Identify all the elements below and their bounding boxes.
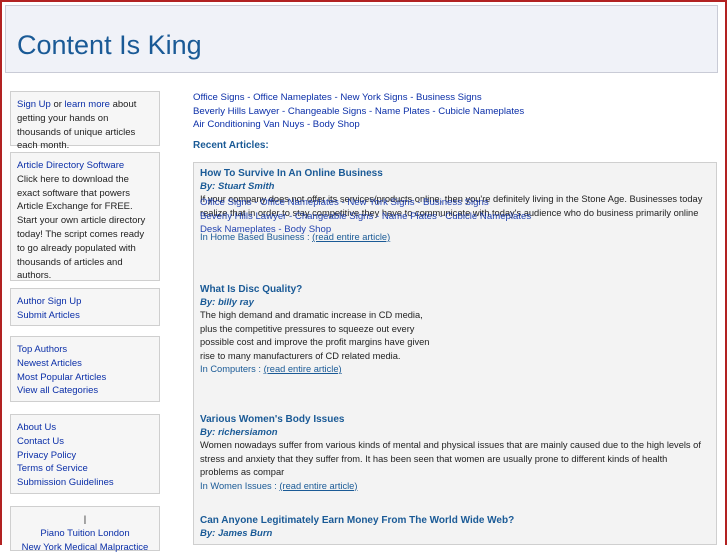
article-author: By: James Burn	[200, 528, 273, 539]
main-content: Office Signs - Office Nameplates - New Y…	[193, 91, 717, 151]
sponsored-links-line1[interactable]: Office Signs - Office Nameplates - New Y…	[193, 91, 717, 105]
learn-more-link[interactable]: learn more	[65, 99, 110, 110]
overlay-links-line2[interactable]: Beverly Hills Lawyer - Changeable Signs …	[200, 210, 531, 224]
piano-tuition-link[interactable]: Piano Tuition London	[17, 527, 153, 541]
article-author: By: richersiamon	[200, 427, 278, 438]
article-title[interactable]: How To Survive In An Online Business	[200, 168, 705, 179]
medical-malpractice-link[interactable]: New York Medical Malpractice	[17, 541, 153, 554]
article-directory-software-link[interactable]: Article Directory Software	[17, 159, 153, 173]
article-item: Various Women's Body Issues By: richersi…	[200, 414, 705, 491]
article-category: In Computers : (read entire article)	[200, 364, 435, 374]
nav-box: Top Authors Newest Articles Most Popular…	[10, 336, 160, 402]
overlay-links-line1[interactable]: Office Signs - Office Nameplates - New Y…	[200, 196, 531, 210]
most-popular-articles-link[interactable]: Most Popular Articles	[17, 371, 153, 385]
read-more-link[interactable]: (read entire article)	[264, 364, 342, 374]
recent-articles-heading: Recent Articles:	[193, 139, 269, 151]
top-authors-link[interactable]: Top Authors	[17, 343, 153, 357]
overlay-links-line3[interactable]: Desk Nameplates - Body Shop	[200, 223, 531, 237]
article-author: By: Stuart Smith	[200, 181, 275, 192]
sponsored-links-line3[interactable]: Air Conditioning Van Nuys - Body Shop	[193, 118, 717, 132]
article-title[interactable]: Various Women's Body Issues	[200, 414, 705, 425]
privacy-policy-link[interactable]: Privacy Policy	[17, 449, 153, 463]
terms-of-service-link[interactable]: Terms of Service	[17, 462, 153, 476]
links-separator: |	[83, 514, 87, 525]
info-box: About Us Contact Us Privacy Policy Terms…	[10, 414, 160, 494]
read-more-link[interactable]: (read entire article)	[279, 481, 357, 491]
article-title[interactable]: What Is Disc Quality?	[200, 284, 435, 295]
sign-up-link[interactable]: Sign Up	[17, 99, 51, 110]
about-us-link[interactable]: About Us	[17, 421, 153, 435]
software-box: Article Directory Software Click here to…	[10, 152, 160, 281]
newest-articles-link[interactable]: Newest Articles	[17, 357, 153, 371]
site-header: Content Is King	[5, 5, 718, 73]
article-category-label: In Women Issues :	[200, 480, 277, 491]
article-item: Can Anyone Legitimately Earn Money From …	[200, 515, 705, 539]
submit-articles-link[interactable]: Submit Articles	[17, 309, 153, 323]
view-all-categories-link[interactable]: View all Categories	[17, 384, 153, 398]
article-item: What Is Disc Quality? By: billy ray The …	[200, 284, 435, 374]
links-box: | Piano Tuition London New York Medical …	[10, 506, 160, 554]
article-summary: Women nowadays suffer from various kinds…	[200, 440, 701, 477]
article-category: In Women Issues : (read entire article)	[200, 481, 705, 491]
author-sign-up-link[interactable]: Author Sign Up	[17, 295, 153, 309]
article-title[interactable]: Can Anyone Legitimately Earn Money From …	[200, 515, 705, 526]
signup-or: or	[53, 99, 62, 110]
contact-us-link[interactable]: Contact Us	[17, 435, 153, 449]
article-author: By: billy ray	[200, 297, 254, 308]
site-title[interactable]: Content Is King	[17, 32, 202, 59]
article-summary: The high demand and dramatic increase in…	[200, 310, 430, 361]
author-box: Author Sign Up Submit Articles	[10, 288, 160, 326]
software-text: Click here to download the exact softwar…	[17, 173, 146, 282]
submission-guidelines-link[interactable]: Submission Guidelines	[17, 476, 153, 490]
article-category-label: In Computers :	[200, 364, 261, 374]
sponsored-links-line2[interactable]: Beverly Hills Lawyer - Changeable Signs …	[193, 105, 717, 119]
signup-box: Sign Up or learn more about getting your…	[10, 91, 160, 151]
sponsored-links: Office Signs - Office Nameplates - New Y…	[193, 91, 717, 132]
overlay-links: Office Signs - Office Nameplates - New Y…	[200, 196, 531, 237]
